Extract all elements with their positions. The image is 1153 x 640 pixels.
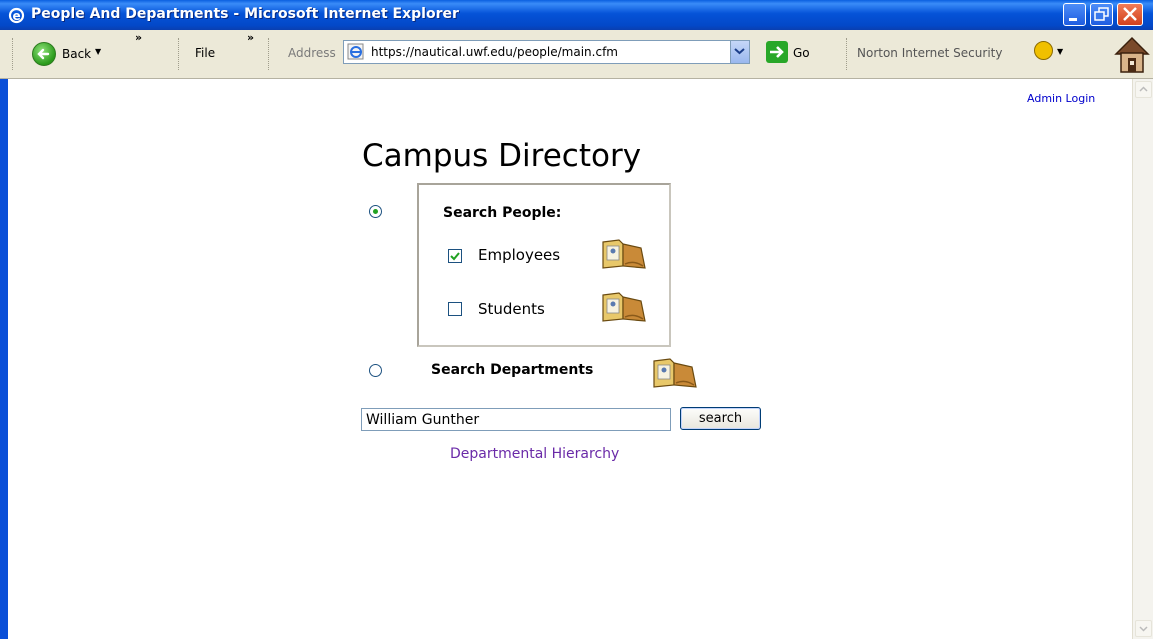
phonebook-icon[interactable] [601,291,647,325]
norton-globe-icon[interactable] [1034,41,1053,60]
address-url: https://nautical.uwf.edu/people/main.cfm [371,45,618,59]
search-departments-radio[interactable] [369,364,382,377]
go-label[interactable]: Go [793,46,810,60]
minimize-icon [1069,18,1077,21]
menu-overflow-icon[interactable]: ›› [247,31,254,44]
search-input[interactable] [361,408,671,431]
search-departments-label: Search Departments [431,362,594,378]
svg-text:e: e [13,9,21,23]
go-button[interactable] [766,41,788,63]
search-people-label: Search People: [443,205,562,221]
home-icon[interactable] [1113,34,1151,74]
ie-logo-icon: e [8,7,25,24]
back-dropdown-icon[interactable]: ▼ [95,47,101,56]
employees-label[interactable]: Employees [478,246,560,264]
back-arrow-icon [32,42,56,66]
chevron-down-icon [734,48,745,55]
departmental-hierarchy-link[interactable]: Departmental Hierarchy [450,446,619,462]
ie-page-icon [347,43,364,60]
restore-icon [1094,7,1109,21]
toolbar-grip[interactable] [178,38,182,70]
scroll-up-button[interactable] [1135,81,1152,98]
page-title: Campus Directory [362,138,642,174]
phonebook-icon[interactable] [601,238,647,272]
address-bar[interactable]: https://nautical.uwf.edu/people/main.cfm [343,40,750,64]
radio-selected-dot [373,209,378,214]
file-menu[interactable]: File [195,46,215,60]
address-label: Address [288,46,336,60]
search-people-radio[interactable] [369,205,382,218]
title-bar: e People And Departments - Microsoft Int… [0,0,1153,30]
close-button[interactable] [1117,3,1143,26]
minimize-button[interactable] [1063,3,1086,26]
restore-button[interactable] [1090,3,1113,26]
back-label: Back [62,47,92,61]
norton-dropdown-icon[interactable]: ▼ [1057,47,1063,56]
search-button[interactable]: search [680,407,761,430]
employees-checkbox[interactable] [448,249,462,263]
students-label[interactable]: Students [478,300,545,318]
admin-login-link[interactable]: Admin Login [1027,92,1095,105]
chevron-down-icon [1139,626,1148,632]
norton-toolbar-label[interactable]: Norton Internet Security [857,46,1002,60]
toolbar-grip[interactable] [12,38,16,70]
chevron-up-icon [1139,86,1148,92]
window-frame [0,79,8,639]
toolbar-overflow-icon[interactable]: ›› [135,31,142,44]
toolbar-grip[interactable] [268,38,272,70]
students-checkbox[interactable] [448,302,462,316]
go-arrow-icon [770,46,784,58]
checkmark-icon [450,252,460,261]
address-dropdown-button[interactable] [730,41,749,63]
browser-toolbar: Back ▼ ›› File ›› Address https://nautic… [0,30,1153,79]
window-title: People And Departments - Microsoft Inter… [31,6,459,22]
close-icon [1123,7,1137,21]
phonebook-icon[interactable] [652,357,698,391]
vertical-scrollbar[interactable] [1132,79,1153,639]
toolbar-grip[interactable] [846,38,850,70]
scroll-down-button[interactable] [1135,620,1152,637]
